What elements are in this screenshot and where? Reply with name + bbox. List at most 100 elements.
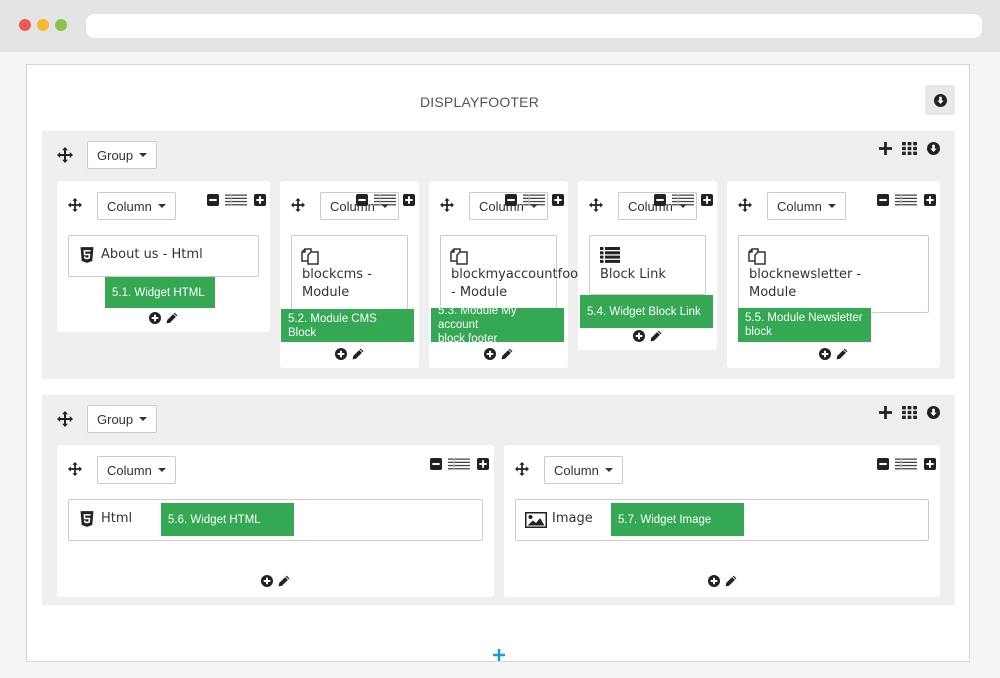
add-circle-icon[interactable]	[149, 312, 161, 324]
group-dropdown-label: Group	[97, 411, 134, 427]
move-arrows-icon[interactable]	[440, 198, 454, 212]
annotation-line-2: block	[745, 326, 772, 338]
width-lines-icon[interactable]	[895, 458, 917, 470]
browser-chrome	[0, 0, 1000, 52]
window-close-dot[interactable]	[19, 19, 31, 31]
width-lines-icon[interactable]	[672, 194, 694, 206]
grid-icon[interactable]	[902, 406, 917, 419]
group-dropdown-label: Group	[97, 147, 134, 163]
window-maximize-dot[interactable]	[55, 19, 67, 31]
pencil-icon[interactable]	[725, 575, 737, 587]
move-arrows-icon[interactable]	[57, 147, 73, 163]
pencil-icon[interactable]	[352, 348, 364, 360]
hook-collapse-button[interactable]	[925, 85, 955, 115]
minus-square-icon[interactable]	[207, 194, 219, 206]
pencil-icon[interactable]	[278, 575, 290, 587]
column-dropdown-button[interactable]: Column	[544, 456, 623, 484]
add-circle-icon[interactable]	[708, 575, 720, 587]
column-blockcms: Column blockcms - Module 5.2. Module CMS…	[280, 181, 419, 368]
group-dropdown-button[interactable]: Group	[87, 141, 158, 169]
module-copy-icon	[450, 247, 468, 265]
chevron-down-icon	[827, 204, 836, 208]
width-lines-icon[interactable]	[523, 194, 545, 206]
group-row-1: Group Column About us - Html 5.1. Widget…	[42, 131, 955, 379]
annotation-line-1: 5.3. Module My account	[438, 305, 517, 331]
group-dropdown-button[interactable]: Group	[87, 405, 158, 433]
column-dropdown-label: Column	[107, 462, 152, 478]
column-dropdown-button[interactable]: Column	[97, 192, 176, 220]
column-html: Column Html 5.6. Widget HTML	[57, 445, 494, 597]
width-lines-icon[interactable]	[895, 194, 917, 206]
widget-title: Block Link	[600, 267, 666, 282]
add-circle-icon[interactable]	[335, 348, 347, 360]
annotation-callout: 5.6. Widget HTML	[161, 503, 294, 536]
move-arrows-icon[interactable]	[291, 198, 305, 212]
pencil-icon[interactable]	[650, 330, 662, 342]
widget-subtitle: - Module	[451, 285, 508, 300]
pencil-icon[interactable]	[836, 348, 848, 360]
minus-square-icon[interactable]	[430, 458, 442, 470]
widget-blocknewsletter-module[interactable]: blocknewsletter - Module	[738, 235, 929, 313]
add-circle-icon[interactable]	[261, 575, 273, 587]
move-arrows-icon[interactable]	[68, 462, 82, 476]
plus-square-icon[interactable]	[552, 194, 564, 206]
column-dropdown-button[interactable]: Column	[97, 456, 176, 484]
widget-subtitle: Module	[749, 285, 797, 300]
move-arrows-icon[interactable]	[515, 462, 529, 476]
arrow-down-circle-icon[interactable]	[927, 406, 940, 419]
move-arrows-icon[interactable]	[738, 198, 752, 212]
move-arrows-icon[interactable]	[589, 198, 603, 212]
pencil-icon[interactable]	[166, 312, 178, 324]
width-lines-icon[interactable]	[225, 194, 247, 206]
column-dropdown-label: Column	[777, 198, 822, 214]
move-arrows-icon[interactable]	[57, 411, 73, 427]
pencil-icon[interactable]	[501, 348, 513, 360]
address-bar[interactable]	[86, 14, 982, 38]
minus-square-icon[interactable]	[877, 458, 889, 470]
plus-square-icon[interactable]	[924, 458, 936, 470]
minus-square-icon[interactable]	[877, 194, 889, 206]
widget-blockcms-module[interactable]: blockcms - Module	[291, 235, 408, 311]
plus-square-icon[interactable]	[403, 194, 415, 206]
chevron-down-icon	[139, 417, 148, 421]
move-arrows-icon[interactable]	[68, 198, 82, 212]
column-dropdown-label: Column	[554, 462, 599, 478]
column-dropdown-button[interactable]: Column	[767, 192, 846, 220]
add-circle-icon[interactable]	[633, 330, 645, 342]
width-lines-icon[interactable]	[374, 194, 396, 206]
annotation-callout: 5.5. Module Newsletter block	[738, 308, 871, 342]
plus-square-icon[interactable]	[701, 194, 713, 206]
minus-square-icon[interactable]	[654, 194, 666, 206]
widget-block-link[interactable]: Block Link	[589, 235, 706, 295]
window-minimize-dot[interactable]	[37, 19, 49, 31]
module-copy-icon	[748, 247, 766, 265]
plus-icon[interactable]	[879, 142, 892, 155]
add-circle-icon[interactable]	[484, 348, 496, 360]
arrow-down-circle-icon[interactable]	[927, 142, 940, 155]
column-image: Column Image 5.7. Widget Image	[504, 445, 940, 597]
width-lines-icon[interactable]	[448, 458, 470, 470]
widget-title: Image	[552, 511, 593, 526]
annotation-callout: 5.3. Module My account block footer	[431, 305, 564, 345]
annotation-callout: 5.7. Widget Image	[611, 503, 744, 536]
minus-square-icon[interactable]	[356, 194, 368, 206]
widget-title: blockmyaccountfoo	[451, 267, 579, 282]
column-blocknewsletter: Column blocknewsletter - Module 5.5. Mod…	[727, 181, 940, 368]
group-row-2: Group Column Html 5.6. Widget HTML Colum…	[42, 395, 955, 605]
widget-about-us-html[interactable]: About us - Html	[68, 235, 259, 277]
annotation-line-2: block footer	[438, 333, 498, 345]
column-dropdown-label: Column	[107, 198, 152, 214]
plus-square-icon[interactable]	[477, 458, 489, 470]
column-dropdown-label: Column	[330, 198, 375, 214]
column-blockmyaccount: Column blockmyaccountfoo - Module 5.3. M…	[429, 181, 578, 368]
plus-square-icon[interactable]	[924, 194, 936, 206]
arrow-down-circle-icon	[934, 94, 947, 107]
add-group-plus-icon[interactable]	[493, 649, 505, 661]
plus-icon[interactable]	[879, 406, 892, 419]
minus-square-icon[interactable]	[505, 194, 517, 206]
column-block-link: Column Block Link 5.4. Widget Block Link	[578, 181, 717, 350]
grid-icon[interactable]	[902, 142, 917, 155]
add-circle-icon[interactable]	[819, 348, 831, 360]
widget-blockmyaccountfooter-module[interactable]: blockmyaccountfoo - Module	[440, 235, 578, 311]
plus-square-icon[interactable]	[254, 194, 266, 206]
